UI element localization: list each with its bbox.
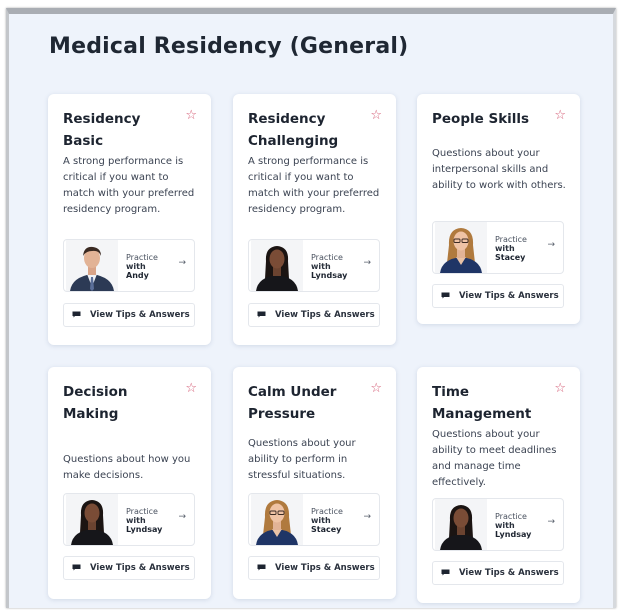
star-outline-icon[interactable]: ☆: [370, 381, 382, 397]
view-tips-button[interactable]: View Tips & Answers: [63, 556, 195, 580]
card-title: Calm Under Pressure: [248, 384, 337, 422]
arrow-right-icon: →: [547, 517, 555, 527]
card-title: Decision Making: [63, 384, 128, 422]
avatar-andy: [66, 239, 118, 291]
practice-with-andy-button[interactable]: Practice with Andy →: [63, 239, 195, 292]
chat-bubble-icon: [441, 292, 450, 299]
avatar-lyndsay: [251, 239, 303, 291]
star-outline-icon[interactable]: ☆: [554, 108, 566, 124]
card-calm-under-pressure[interactable]: Calm Under Pressure ☆ Questions about yo…: [233, 367, 396, 599]
card-residency-basic[interactable]: Residency Basic ☆ A strong performance i…: [48, 94, 211, 345]
practice-with-stacey-button[interactable]: Practice with Stacey →: [432, 221, 564, 274]
view-tips-label: View Tips & Answers: [459, 291, 559, 301]
card-people-skills[interactable]: People Skills ☆ Questions about your int…: [417, 94, 580, 324]
coach-name: Stacey: [311, 525, 342, 534]
card-description: Questions about your interpersonal skill…: [432, 148, 566, 191]
practice-with-label: with: [495, 244, 515, 253]
star-outline-icon[interactable]: ☆: [370, 108, 382, 124]
chat-bubble-icon: [72, 311, 81, 318]
card-description: Questions about how you make decisions.: [63, 454, 191, 481]
practice-label: Practice: [311, 253, 343, 262]
practice-with-label: with: [495, 521, 515, 530]
practice-label: Practice: [495, 235, 527, 244]
practice-label: Practice: [126, 507, 158, 516]
practice-label: Practice: [311, 507, 343, 516]
view-tips-label: View Tips & Answers: [90, 310, 190, 320]
star-outline-icon[interactable]: ☆: [185, 381, 197, 397]
practice-label: Practice: [126, 253, 158, 262]
card-title: People Skills: [432, 111, 530, 127]
app-window: Medical Residency (General) Residency Ba…: [6, 8, 616, 608]
view-tips-label: View Tips & Answers: [275, 563, 375, 573]
coach-name: Lyndsay: [126, 525, 163, 534]
practice-with-label: with: [311, 516, 331, 525]
coach-name: Lyndsay: [311, 271, 348, 280]
avatar-lyndsay: [435, 498, 487, 550]
view-tips-button[interactable]: View Tips & Answers: [248, 303, 380, 327]
practice-with-lyndsay-button[interactable]: Practice with Lyndsay →: [432, 498, 564, 551]
card-title: Residency Challenging: [248, 111, 339, 149]
card-title: Residency Basic: [63, 111, 141, 149]
view-tips-label: View Tips & Answers: [90, 563, 190, 573]
practice-with-lyndsay-button[interactable]: Practice with Lyndsay →: [248, 239, 380, 292]
view-tips-label: View Tips & Answers: [275, 310, 375, 320]
practice-with-label: with: [126, 516, 146, 525]
arrow-right-icon: →: [363, 512, 371, 522]
avatar-stacey: [251, 493, 303, 545]
star-outline-icon[interactable]: ☆: [185, 108, 197, 124]
avatar-stacey: [435, 221, 487, 273]
practice-label: Practice: [495, 512, 527, 521]
chat-bubble-icon: [72, 564, 81, 571]
arrow-right-icon: →: [178, 258, 186, 268]
card-decision-making[interactable]: Decision Making ☆ Questions about how yo…: [48, 367, 211, 599]
view-tips-button[interactable]: View Tips & Answers: [432, 561, 564, 585]
practice-with-label: with: [126, 262, 146, 271]
page-title: Medical Residency (General): [49, 34, 409, 59]
view-tips-button[interactable]: View Tips & Answers: [63, 303, 195, 327]
arrow-right-icon: →: [547, 240, 555, 250]
card-description: Questions about your ability to meet dea…: [432, 429, 557, 488]
practice-with-stacey-button[interactable]: Practice with Stacey →: [248, 493, 380, 546]
card-description: A strong performance is critical if you …: [63, 156, 195, 215]
coach-name: Andy: [126, 271, 149, 280]
card-title: Time Management: [432, 384, 532, 422]
view-tips-button[interactable]: View Tips & Answers: [248, 556, 380, 580]
practice-with-label: with: [311, 262, 331, 271]
card-description: Questions about your ability to perform …: [248, 438, 356, 481]
coach-name: Lyndsay: [495, 530, 532, 539]
star-outline-icon[interactable]: ☆: [554, 381, 566, 397]
chat-bubble-icon: [257, 311, 266, 318]
coach-name: Stacey: [495, 253, 526, 262]
card-description: A strong performance is critical if you …: [248, 156, 380, 215]
view-tips-button[interactable]: View Tips & Answers: [432, 284, 564, 308]
card-time-management[interactable]: Time Management ☆ Questions about your a…: [417, 367, 580, 603]
avatar-lyndsay: [66, 493, 118, 545]
practice-with-lyndsay-button[interactable]: Practice with Lyndsay →: [63, 493, 195, 546]
chat-bubble-icon: [257, 564, 266, 571]
chat-bubble-icon: [441, 569, 450, 576]
card-residency-challenging[interactable]: Residency Challenging ☆ A strong perform…: [233, 94, 396, 345]
view-tips-label: View Tips & Answers: [459, 568, 559, 578]
arrow-right-icon: →: [178, 512, 186, 522]
arrow-right-icon: →: [363, 258, 371, 268]
